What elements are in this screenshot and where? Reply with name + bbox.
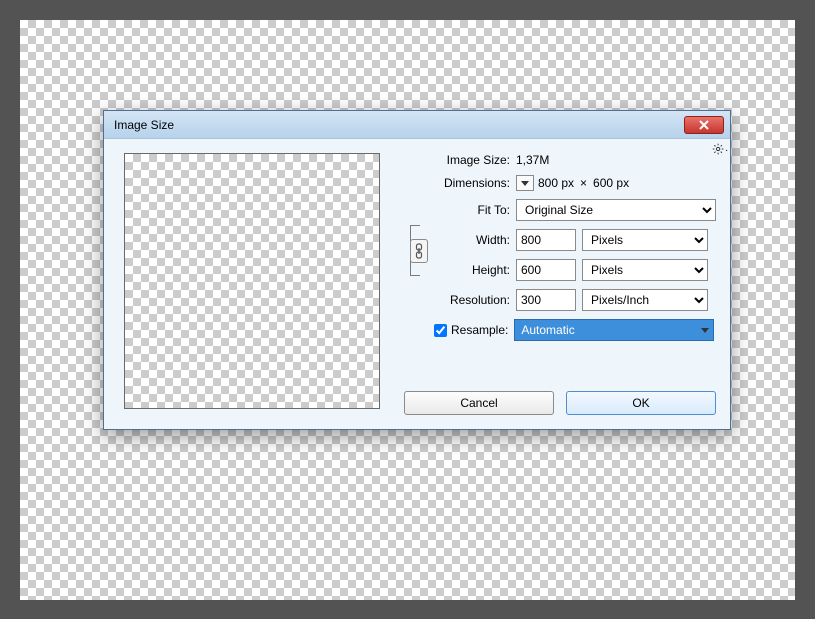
height-label: Height: <box>434 263 516 277</box>
dialog-buttons: Cancel OK <box>404 391 716 415</box>
flyout-indicator: . <box>725 145 728 153</box>
height-input[interactable] <box>516 259 576 281</box>
image-size-dialog: Image Size . Image Size: 1,37M <box>103 110 731 430</box>
dimensions-height: 600 px <box>593 176 629 190</box>
resolution-row: Resolution: Pixels/Inch <box>434 289 716 311</box>
width-label: Width: <box>434 233 516 247</box>
cancel-button[interactable]: Cancel <box>404 391 554 415</box>
image-size-row: Image Size: 1,37M <box>404 153 716 167</box>
resample-row: Resample: Automatic <box>434 319 716 341</box>
chevron-down-icon <box>521 181 529 186</box>
ok-label: OK <box>632 396 649 410</box>
image-size-label: Image Size: <box>404 153 516 167</box>
chevron-down-icon <box>701 328 709 333</box>
dimensions-label: Dimensions: <box>404 176 516 190</box>
dimensions-width: 800 px <box>538 176 574 190</box>
fields-column: Image Size: 1,37M Dimensions: 800 px × 6… <box>404 153 716 341</box>
close-icon <box>699 120 709 130</box>
image-size-value: 1,37M <box>516 153 549 167</box>
fit-to-label: Fit To: <box>404 203 516 217</box>
chain-link-icon <box>414 243 424 259</box>
resample-method-select[interactable]: Automatic <box>514 319 714 341</box>
resample-method-value: Automatic <box>521 323 574 337</box>
preview-pane <box>124 153 380 409</box>
constrain-proportions-area <box>404 223 434 278</box>
dialog-body: . Image Size: 1,37M Dimensions: 800 px ×… <box>104 139 730 429</box>
dimensions-sep: × <box>580 176 587 190</box>
width-row: Width: Pixels <box>434 229 716 251</box>
fit-to-row: Fit To: Original Size <box>404 199 716 221</box>
ok-button[interactable]: OK <box>566 391 716 415</box>
height-row: Height: Pixels <box>434 259 716 281</box>
width-input[interactable] <box>516 229 576 251</box>
width-unit-select[interactable]: Pixels <box>582 229 708 251</box>
height-unit-select[interactable]: Pixels <box>582 259 708 281</box>
dialog-titlebar: Image Size <box>104 111 730 139</box>
cancel-label: Cancel <box>460 396 497 410</box>
resample-checkbox[interactable] <box>434 324 447 337</box>
dialog-title: Image Size <box>114 118 174 132</box>
close-button[interactable] <box>684 116 724 134</box>
dimensions-unit-button[interactable] <box>516 175 534 191</box>
fit-to-select[interactable]: Original Size <box>516 199 716 221</box>
dimensions-row: Dimensions: 800 px × 600 px <box>404 175 716 191</box>
resolution-unit-select[interactable]: Pixels/Inch <box>582 289 708 311</box>
constrain-proportions-button[interactable] <box>410 239 428 263</box>
width-height-block: Width: Pixels Height: Pixels <box>434 229 716 281</box>
resolution-label: Resolution: <box>434 293 516 307</box>
resolution-input[interactable] <box>516 289 576 311</box>
resample-label: Resample: <box>451 323 508 337</box>
